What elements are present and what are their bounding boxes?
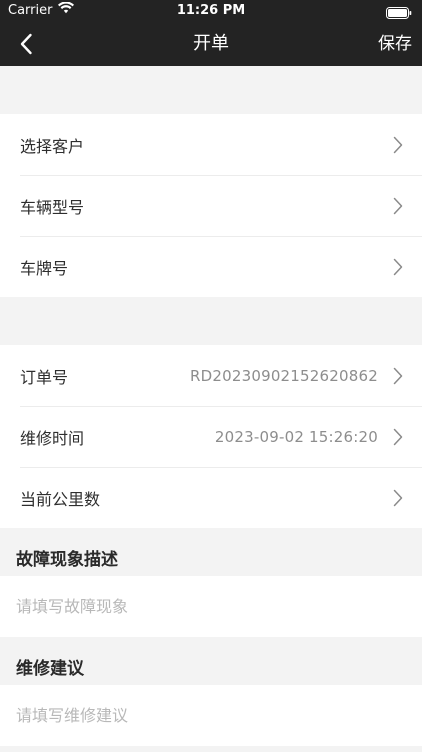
spacer <box>0 297 422 345</box>
fault-title-label: 故障现象描述 <box>16 550 118 570</box>
row-label: 选择客户 <box>20 136 85 156</box>
navigation-bar: 开单 保存 <box>0 22 422 66</box>
page-title: 开单 <box>193 33 229 54</box>
advice-section-title: 维修建议 <box>0 637 422 685</box>
row-label: 当前公里数 <box>20 489 101 509</box>
row-label: 维修时间 <box>20 428 85 448</box>
fault-description-input[interactable] <box>14 596 408 617</box>
row-label: 车辆型号 <box>20 197 85 217</box>
fault-description-box <box>0 576 422 637</box>
fault-section-title: 故障现象描述 <box>0 528 422 576</box>
chevron-right-icon <box>388 427 408 447</box>
customer-group: 选择客户 车辆型号 车牌号 <box>0 114 422 297</box>
top-bar: Carrier 11:26 PM 开单 保存 <box>0 0 422 66</box>
chevron-right-icon <box>388 488 408 508</box>
select-customer-row[interactable]: 选择客户 <box>0 114 422 175</box>
repair-advice-box <box>0 685 422 746</box>
chevron-right-icon <box>388 135 408 155</box>
chevron-right-icon <box>388 366 408 386</box>
order-group: 订单号 RD20230902152620862 维修时间 2023-09-02 … <box>0 345 422 528</box>
order-number-row[interactable]: 订单号 RD20230902152620862 <box>0 345 422 406</box>
repair-time-value: 2023-09-02 15:26:20 <box>214 427 378 446</box>
chevron-right-icon <box>388 196 408 216</box>
status-bar: Carrier 11:26 PM <box>0 0 422 22</box>
repair-advice-input[interactable] <box>14 705 408 726</box>
save-button[interactable]: 保存 <box>378 22 412 66</box>
row-label: 车牌号 <box>20 258 69 278</box>
bottom-spacer <box>0 746 422 752</box>
license-plate-row[interactable]: 车牌号 <box>0 236 422 297</box>
mileage-row[interactable]: 当前公里数 <box>0 467 422 528</box>
chevron-right-icon <box>388 257 408 277</box>
vehicle-model-row[interactable]: 车辆型号 <box>0 175 422 236</box>
status-time: 11:26 PM <box>176 3 246 18</box>
row-label: 订单号 <box>20 367 69 387</box>
spacer <box>0 66 422 114</box>
repair-time-row[interactable]: 维修时间 2023-09-02 15:26:20 <box>0 406 422 467</box>
order-number-value: RD20230902152620862 <box>189 366 378 385</box>
advice-title-label: 维修建议 <box>16 659 84 679</box>
